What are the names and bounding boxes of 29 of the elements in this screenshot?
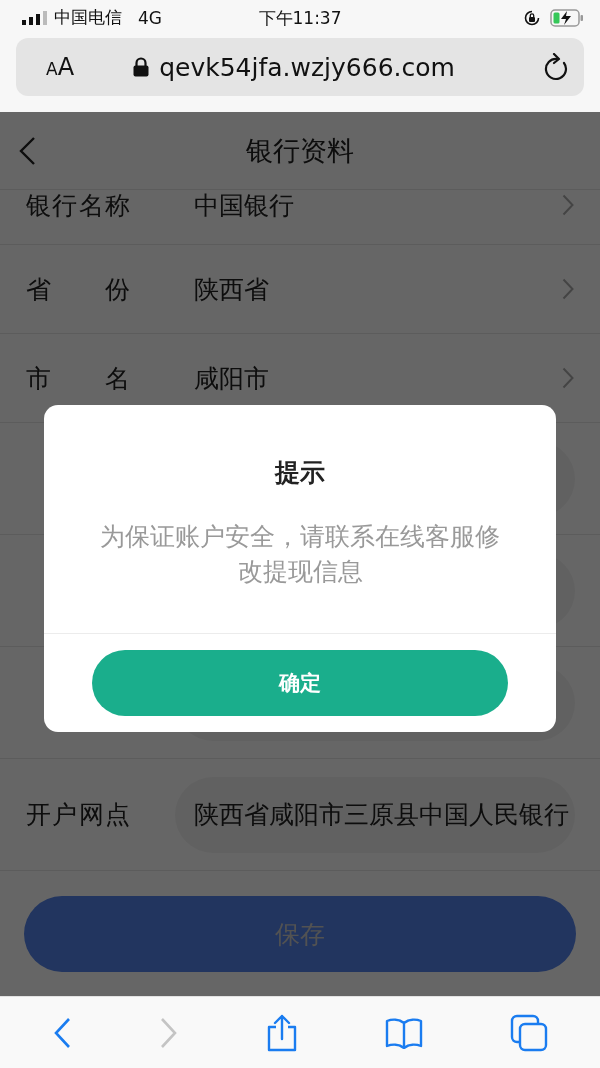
dialog-message: 为保证账户安全，请联系在线客服修改提现信息 bbox=[99, 520, 501, 588]
rotation-lock-icon bbox=[524, 9, 540, 26]
field-value[interactable]: 咸阳市 bbox=[194, 361, 562, 395]
field-label: 省份 bbox=[26, 273, 130, 306]
field-value[interactable]: 陕西省 bbox=[194, 272, 562, 306]
book-icon[interactable] bbox=[385, 1016, 424, 1049]
page-title: 银行资料 bbox=[246, 133, 354, 168]
text-size-button[interactable]: AA bbox=[46, 53, 75, 81]
address-text[interactable]: qevk54jfa.wzjy666.com bbox=[159, 52, 455, 82]
field-value[interactable]: 中国银行 bbox=[194, 190, 562, 222]
back-icon[interactable] bbox=[18, 136, 36, 166]
chevron-right-icon bbox=[562, 278, 574, 300]
field-label: 银行名称 bbox=[26, 190, 130, 222]
reload-icon[interactable] bbox=[544, 53, 570, 81]
dialog-title: 提示 bbox=[273, 456, 326, 489]
share-icon[interactable] bbox=[265, 1013, 298, 1052]
confirm-button[interactable]: 确定 bbox=[92, 649, 508, 716]
field-label: 市名 bbox=[26, 362, 130, 395]
tabs-icon[interactable] bbox=[510, 1013, 549, 1052]
input-field[interactable]: 陕西省咸阳市三原县中国人民银行 bbox=[175, 776, 575, 853]
carrier-name: 中国电信 bbox=[54, 6, 122, 29]
lock-icon bbox=[133, 57, 150, 77]
clock-time: 下午11:37 bbox=[258, 8, 342, 28]
network-type: 4G bbox=[138, 7, 162, 28]
signal-icon bbox=[22, 10, 48, 25]
field-label: 开户网点 bbox=[26, 799, 130, 831]
battery-charging-icon bbox=[550, 8, 584, 27]
chevron-right-icon bbox=[562, 367, 574, 389]
chevron-right-icon bbox=[562, 194, 574, 216]
